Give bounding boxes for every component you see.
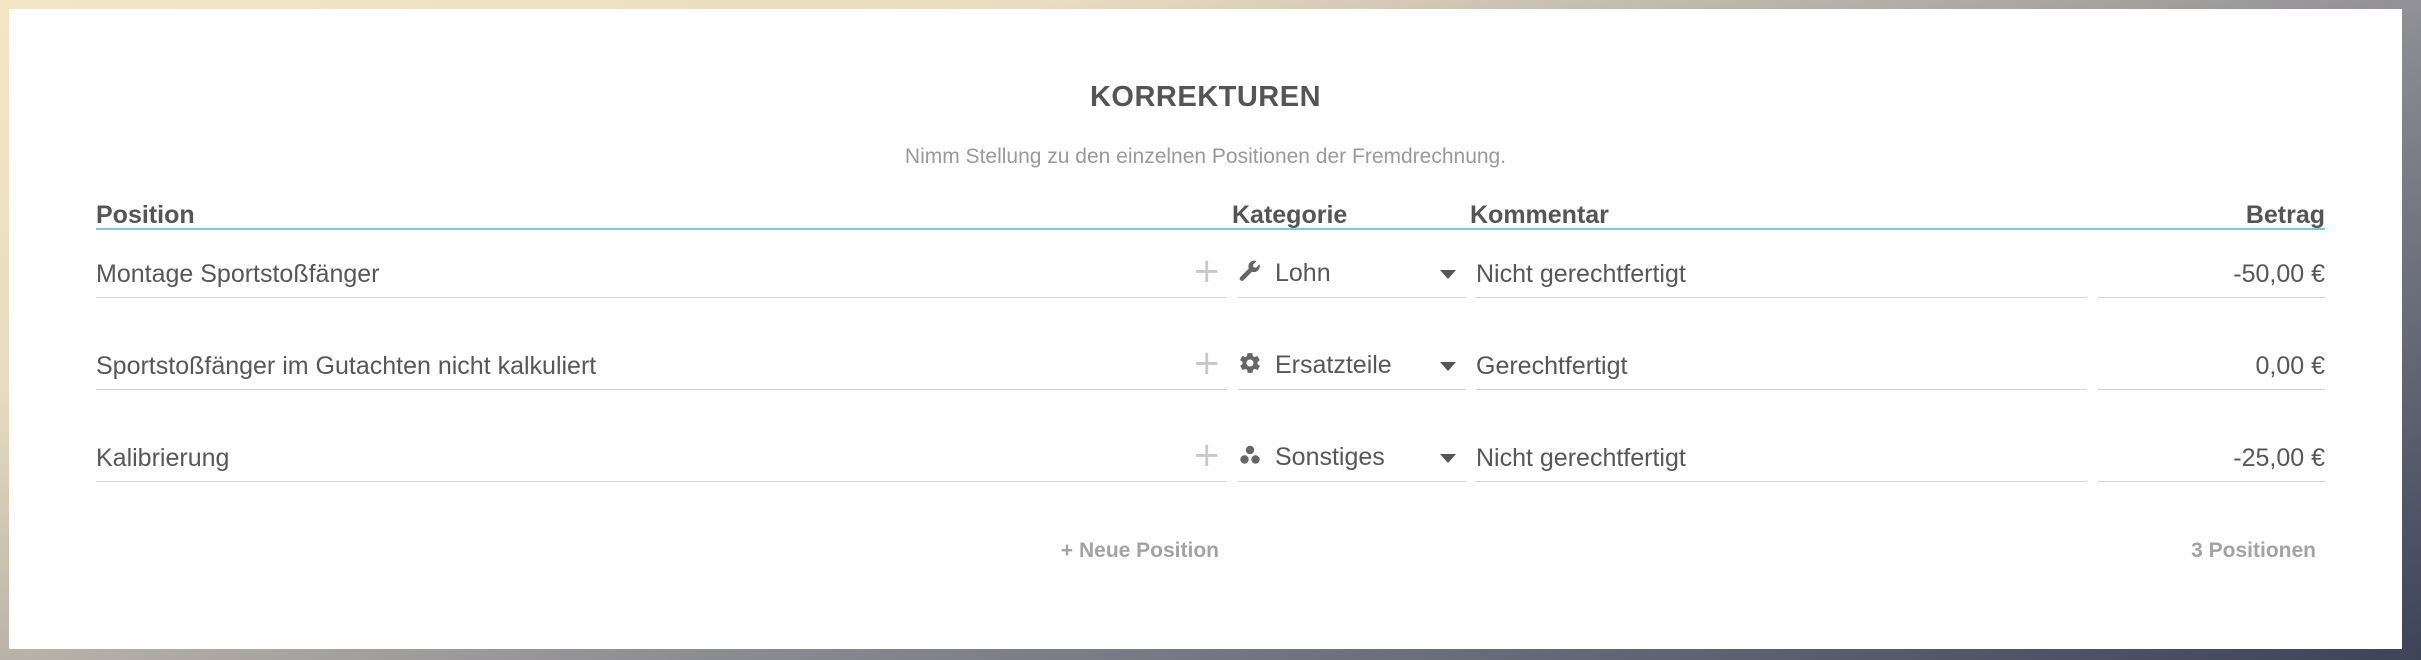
amount-field[interactable]: -25,00 € bbox=[2098, 430, 2325, 482]
gear-icon bbox=[1240, 353, 1260, 373]
position-field[interactable]: Montage Sportstoßfänger + bbox=[96, 246, 1227, 298]
amount-field[interactable]: -50,00 € bbox=[2098, 246, 2325, 298]
table-row: Kalibrierung + Sonstiges Nicht gerechtfe… bbox=[9, 430, 2402, 510]
amount-field[interactable]: 0,00 € bbox=[2098, 338, 2325, 390]
amount-text[interactable]: -50,00 € bbox=[2233, 260, 2325, 289]
category-select[interactable]: Lohn bbox=[1238, 246, 1466, 298]
comment-field[interactable]: Gerechtfertigt bbox=[1476, 338, 2087, 390]
add-position-button[interactable]: + Neue Position bbox=[1061, 539, 1219, 563]
table-row: Montage Sportstoßfänger + Lohn Nicht ger… bbox=[9, 246, 2402, 326]
amount-text[interactable]: 0,00 € bbox=[2255, 352, 2325, 381]
column-header-comment: Kommentar bbox=[1470, 201, 1609, 229]
comment-field[interactable]: Nicht gerechtfertigt bbox=[1476, 246, 2087, 298]
position-text[interactable]: Sportstoßfänger im Gutachten nicht kalku… bbox=[96, 352, 596, 381]
wrench-icon bbox=[1239, 260, 1260, 281]
section-subtitle: Nimm Stellung zu den einzelnen Positione… bbox=[904, 145, 1507, 168]
position-text[interactable]: Montage Sportstoßfänger bbox=[96, 260, 380, 289]
position-field[interactable]: Kalibrierung + bbox=[96, 430, 1227, 482]
column-header-category: Kategorie bbox=[1232, 201, 1348, 229]
category-value: Lohn bbox=[1275, 259, 1331, 287]
table-row: Sportstoßfänger im Gutachten nicht kalku… bbox=[9, 338, 2402, 418]
comment-text[interactable]: Gerechtfertigt bbox=[1476, 352, 1627, 381]
category-select[interactable]: Sonstiges bbox=[1238, 430, 1466, 482]
position-count: 3 Positionen bbox=[2191, 539, 2316, 562]
caret-down-icon[interactable] bbox=[1440, 454, 1456, 463]
category-value: Ersatzteile bbox=[1275, 351, 1392, 379]
position-text[interactable]: Kalibrierung bbox=[96, 444, 229, 473]
comment-text[interactable]: Nicht gerechtfertigt bbox=[1476, 444, 1686, 473]
amount-text[interactable]: -25,00 € bbox=[2233, 444, 2325, 473]
plus-icon[interactable]: + bbox=[1193, 346, 1222, 380]
category-select[interactable]: Ersatzteile bbox=[1238, 338, 1466, 390]
column-header-position: Position bbox=[96, 201, 195, 229]
position-field[interactable]: Sportstoßfänger im Gutachten nicht kalku… bbox=[96, 338, 1227, 390]
comment-text[interactable]: Nicht gerechtfertigt bbox=[1476, 260, 1686, 289]
category-value: Sonstiges bbox=[1275, 443, 1385, 471]
caret-down-icon[interactable] bbox=[1440, 270, 1456, 279]
comment-field[interactable]: Nicht gerechtfertigt bbox=[1476, 430, 2087, 482]
plus-icon[interactable]: + bbox=[1193, 438, 1222, 472]
dots-icon bbox=[1240, 445, 1260, 464]
plus-icon[interactable]: + bbox=[1193, 254, 1222, 288]
corrections-card: KORREKTUREN Nimm Stellung zu den einzeln… bbox=[9, 9, 2402, 649]
section-title: KORREKTUREN bbox=[1089, 81, 1322, 113]
caret-down-icon[interactable] bbox=[1440, 362, 1456, 371]
column-header-amount: Betrag bbox=[2245, 201, 2325, 229]
header-divider bbox=[96, 228, 2325, 230]
